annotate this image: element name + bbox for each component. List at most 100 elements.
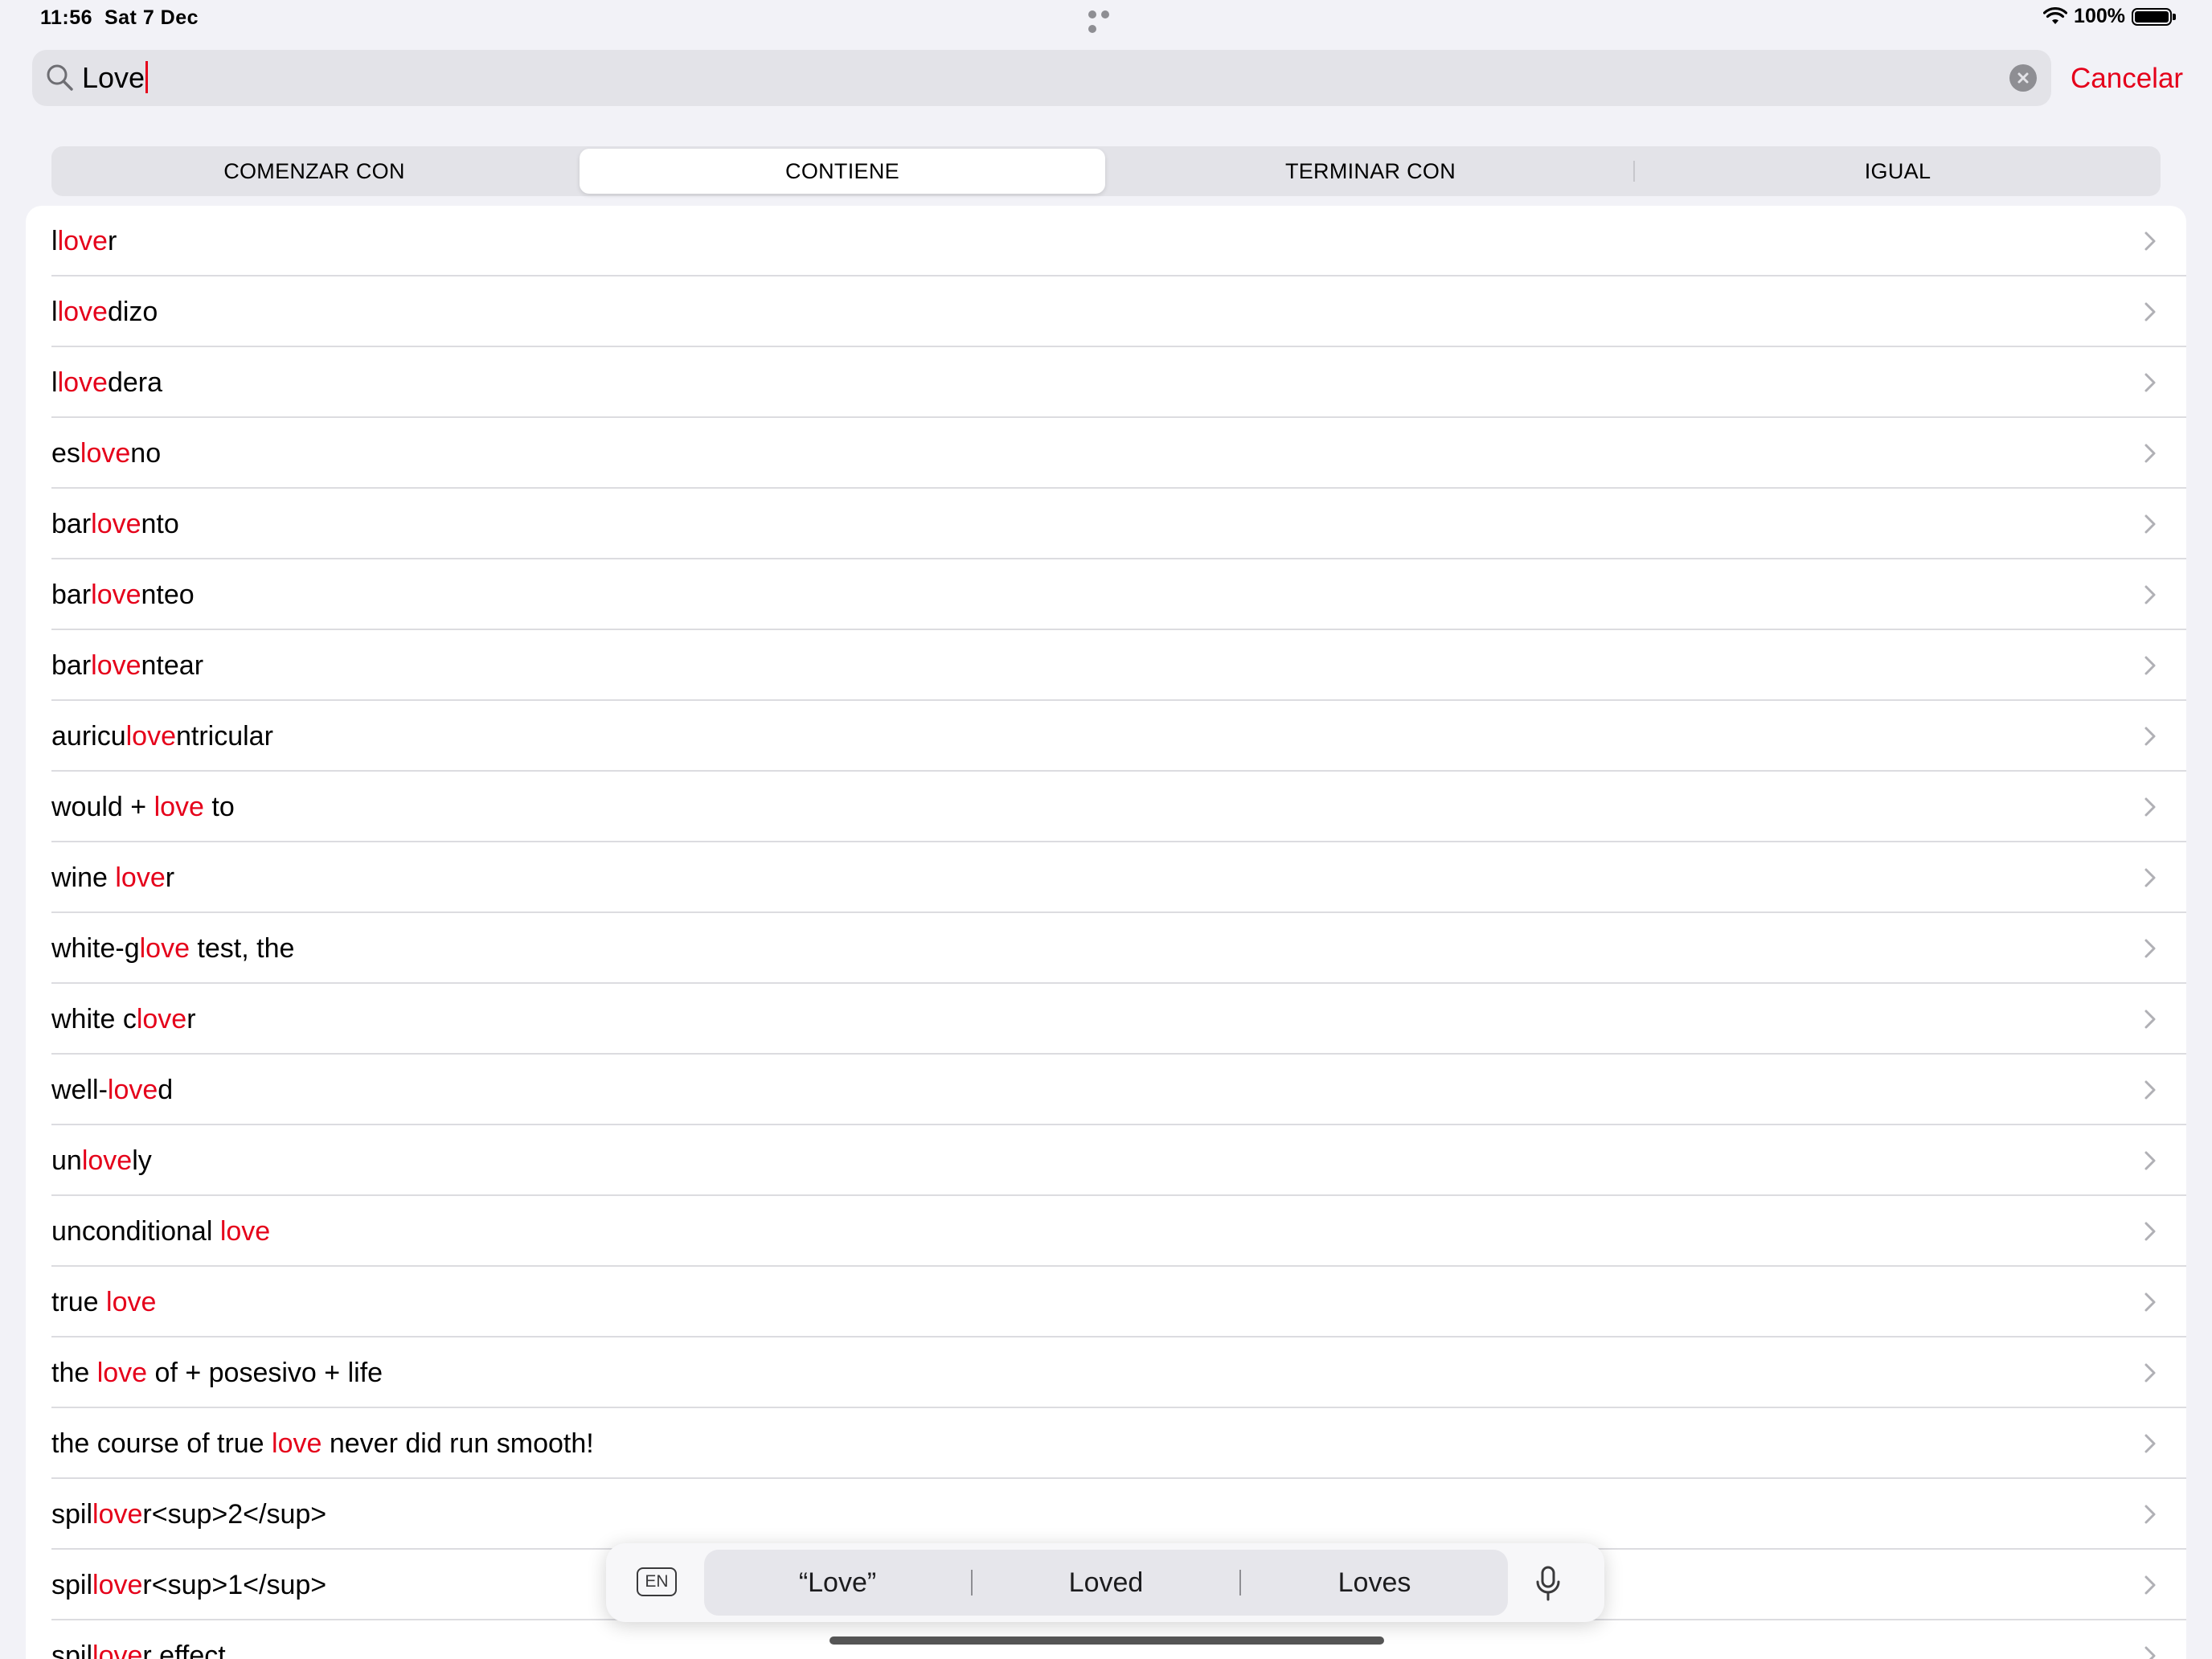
result-row[interactable]: would + love to [26,772,2186,842]
result-text-prefix: bar [51,650,92,681]
suggestion-item[interactable]: Loved [973,1567,1239,1599]
home-indicator[interactable] [830,1636,1384,1645]
text-caret [145,61,149,94]
result-text-prefix: spil [51,1499,93,1530]
chevron-right-icon [2144,868,2156,887]
result-row[interactable]: spillover<sup>2</sup> [26,1479,2186,1550]
result-text-suffix: to [203,792,235,822]
search-input[interactable]: Love [32,50,2051,106]
result-row[interactable]: unconditional love [26,1196,2186,1267]
result-text-suffix: r<sup>1</sup> [142,1570,327,1600]
result-text: esloveno [51,418,161,489]
result-text: auriculoventricular [51,701,273,772]
result-match-highlight: love [107,1075,158,1105]
result-match-highlight: love [219,1216,271,1247]
result-text: wine lover [51,842,174,913]
result-text: barlovento [51,489,179,559]
result-row[interactable]: llovedera [26,347,2186,418]
result-text: white clover [51,984,196,1055]
status-date: Sat 7 Dec [104,6,199,29]
segment-ends-with[interactable]: TERMINAR CON [1108,146,1633,196]
result-text-prefix: auricu [51,721,126,752]
close-icon [2017,72,2029,84]
chevron-right-icon [2144,302,2156,322]
segment-starts-with[interactable]: COMENZAR CON [51,146,577,196]
result-match-highlight: love [154,792,204,822]
result-row[interactable]: white-glove test, the [26,913,2186,984]
result-match-highlight: love [92,1641,143,1659]
result-text-prefix: un [51,1145,82,1176]
suggestion-item[interactable]: Loves [1241,1567,1508,1599]
result-match-highlight: love [91,509,141,539]
segment-contains[interactable]: CONTIENE [580,149,1105,194]
segment-equals[interactable]: IGUAL [1635,146,2161,196]
result-text: spillover effect [51,1620,226,1659]
chevron-right-icon [2144,1080,2156,1100]
result-text-prefix: bar [51,580,92,610]
result-row[interactable]: auriculoventricular [26,701,2186,772]
result-row[interactable]: true love [26,1267,2186,1337]
search-query[interactable]: Love [82,50,149,106]
multitasking-dots-icon[interactable] [1088,8,1125,33]
result-text-suffix: ly [132,1145,152,1176]
result-text-prefix: l [51,226,58,256]
microphone-icon[interactable] [1532,1564,1564,1603]
result-row[interactable]: esloveno [26,418,2186,489]
chevron-right-icon [2144,1151,2156,1170]
suggestion-item[interactable]: “Love” [704,1567,971,1599]
result-text: the course of true love never did run sm… [51,1408,594,1479]
status-right: 100% [2043,5,2176,28]
result-text-suffix: never did run smooth! [322,1428,594,1459]
suggestions-pill: “Love” Loved Loves [704,1550,1508,1616]
result-row[interactable]: well-loved [26,1055,2186,1125]
result-text-suffix: nto [141,509,179,539]
chevron-right-icon [2144,1010,2156,1029]
result-text-suffix: ntricular [175,721,273,752]
result-text: barloventear [51,630,203,701]
result-text-prefix: bar [51,509,92,539]
result-row[interactable]: barloventear [26,630,2186,701]
result-match-highlight: love [92,1570,143,1600]
chevron-right-icon [2144,514,2156,534]
chevron-right-icon [2144,1646,2156,1659]
result-text: llovedera [51,347,162,418]
cancel-button[interactable]: Cancelar [2071,56,2183,101]
result-text-prefix: es [51,438,80,469]
result-match-highlight: love [91,580,141,610]
result-row[interactable]: wine lover [26,842,2186,913]
clear-search-button[interactable] [2009,64,2037,92]
result-row[interactable]: the love of + posesivo + life [26,1337,2186,1408]
result-row[interactable]: llover [26,206,2186,276]
result-row[interactable]: unlovely [26,1125,2186,1196]
result-text-prefix: spil [51,1641,93,1659]
chevron-right-icon [2144,1575,2156,1595]
result-text-prefix: the [51,1358,97,1388]
language-switch-icon[interactable]: EN [637,1567,677,1596]
result-row[interactable]: barlovento [26,489,2186,559]
result-text-suffix: r [186,1004,196,1034]
result-match-highlight: love [91,650,141,681]
result-match-highlight: love [139,933,190,964]
result-text-prefix: the course of true [51,1428,272,1459]
result-text-suffix: r [165,862,175,893]
search-mode-segmented-control: COMENZAR CON CONTIENE TERMINAR CON IGUAL [51,146,2161,196]
result-text-prefix: unconditional [51,1216,220,1247]
result-row[interactable]: white clover [26,984,2186,1055]
result-row[interactable]: llovedizo [26,276,2186,347]
chevron-right-icon [2144,797,2156,817]
result-text-suffix: r effect [142,1641,226,1659]
search-icon [47,64,73,91]
chevron-right-icon [2144,727,2156,746]
result-match-highlight: love [57,297,108,327]
chevron-right-icon [2144,656,2156,675]
result-text-prefix: well- [51,1075,108,1105]
results-list: llover llovedizo llovedera esloveno barloven… [26,206,2186,1659]
result-text: true love [51,1267,156,1337]
result-text: llover [51,206,117,276]
result-match-highlight: love [115,862,166,893]
result-row[interactable]: barloventeo [26,559,2186,630]
result-row[interactable]: the course of true love never did run sm… [26,1408,2186,1479]
result-text: unconditional love [51,1196,270,1267]
result-text-suffix: test, the [189,933,295,964]
result-text-suffix: d [158,1075,174,1105]
